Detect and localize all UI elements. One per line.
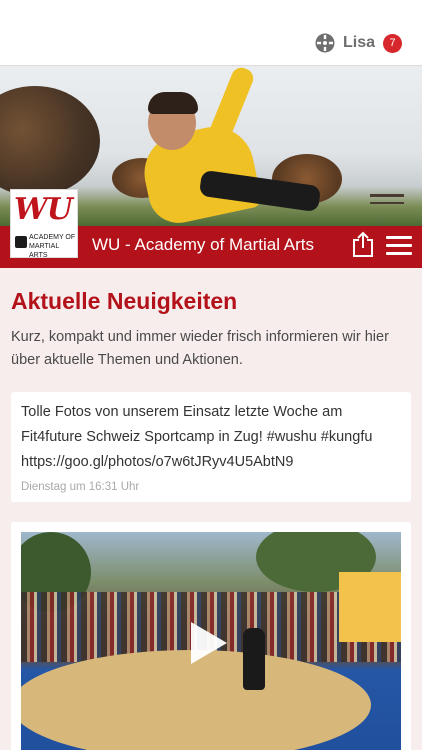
user-name: Lisa bbox=[342, 34, 375, 51]
academy-logo[interactable]: WU ACADEMY OF MARTIAL ARTS bbox=[10, 189, 78, 259]
post-timestamp: Dienstag um 16:31 Uhr bbox=[21, 481, 140, 493]
post-text: Tolle Fotos von unserem Einsatz letzte W… bbox=[21, 404, 373, 470]
video-post-card bbox=[11, 522, 411, 750]
logo-subtitle: ACADEMY OF MARTIAL ARTS bbox=[29, 234, 76, 259]
top-bar: Lisa 7 bbox=[0, 0, 422, 66]
share-icon[interactable] bbox=[352, 231, 374, 257]
notification-badge[interactable]: 7 bbox=[383, 33, 402, 53]
play-icon[interactable] bbox=[191, 622, 227, 664]
news-post-card[interactable]: Tolle Fotos von unserem Einsatz letzte W… bbox=[11, 392, 411, 502]
section-description: Kurz, kompakt und immer wieder frisch in… bbox=[11, 329, 389, 368]
video-player[interactable] bbox=[21, 532, 401, 750]
user-roles-icon bbox=[315, 33, 335, 53]
logo-emblem-icon bbox=[15, 236, 27, 248]
section-title: Aktuelle Neuigkeiten bbox=[11, 288, 238, 314]
user-menu[interactable]: Lisa 7 bbox=[315, 33, 402, 53]
hamburger-menu-icon[interactable] bbox=[386, 236, 412, 256]
app-title: WU - Academy of Martial Arts bbox=[92, 235, 314, 254]
logo-wordmark: WU bbox=[14, 192, 73, 227]
